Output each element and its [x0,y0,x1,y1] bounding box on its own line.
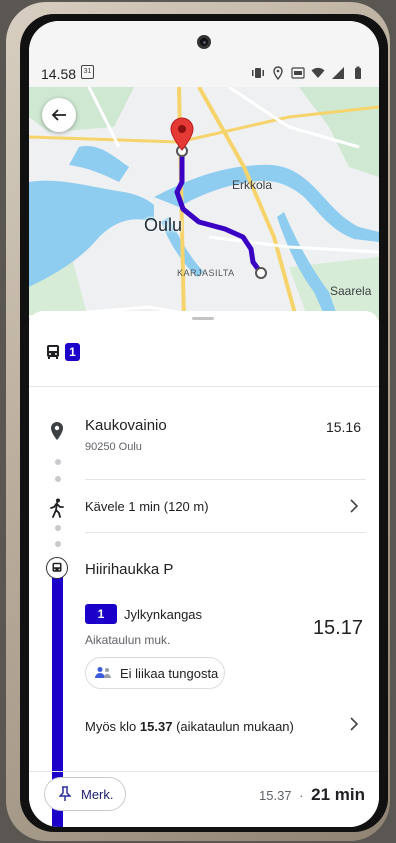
screen: 14.58 31 Oulu Erkkola KARJASILTA Saarela… [29,21,379,827]
map-label-oulu: Oulu [144,215,183,235]
location-icon [273,66,283,80]
route-dot [55,541,61,547]
divider [29,771,379,772]
divider [85,479,366,480]
phone-frame: 14.58 31 Oulu Erkkola KARJASILTA Saarela… [6,2,390,841]
route-details-sheet: 1 Kaukovainio 90250 Oulu 15.16 Kävele 1 … [29,311,379,827]
signal-icon [332,67,344,79]
wifi-icon [311,67,325,78]
departure-time: 15.17 [312,617,363,639]
route-dot [55,476,61,482]
also-suffix: (aikataulun mukaan) [172,719,294,734]
separator: · [299,788,304,803]
back-arrow-icon [51,109,66,121]
also-prefix: Myös klo [85,719,140,734]
crowding-label: Ei liikaa tungosta [120,665,219,681]
schedule-note: Aikataulun muk. [85,633,171,647]
map-label-saarela: Saarela [330,284,372,298]
also-departures[interactable]: Myös klo 15.37 (aikataulun mukaan) [85,719,294,734]
drag-handle[interactable] [192,317,214,320]
bus-stop-icon [46,557,68,579]
back-button[interactable] [42,98,76,132]
bus-icon [47,345,59,359]
bus-stop-name: Hiirihaukka P [85,561,174,578]
divider [85,532,366,533]
status-time: 14.58 [41,66,77,82]
divider [29,386,379,387]
front-camera [197,35,211,49]
route-line-badge: 1 [65,343,80,361]
line-badge: 1 [85,604,117,624]
status-icons [251,65,365,81]
map-label-karjasilta: KARJASILTA [177,268,235,278]
battery-icon [355,66,361,79]
walking-icon [50,498,64,518]
route-summary: 1 [45,343,80,361]
line-destination: Jylkynkangas [124,606,203,622]
chevron-right-icon[interactable] [349,717,359,731]
walk-label[interactable]: Kävele 1 min (120 m) [85,499,209,514]
route-dot [55,525,61,531]
origin-name: Kaukovainio [85,417,167,434]
calendar-icon: 31 [81,65,94,79]
route-map[interactable]: Oulu Erkkola KARJASILTA Saarela [29,87,379,321]
people-icon [95,667,111,678]
chevron-right-icon[interactable] [349,499,359,513]
bus-icon [52,562,62,572]
origin-address: 90250 Oulu [85,441,142,453]
route-dot [55,459,61,465]
status-bar: 14.58 31 [29,21,379,87]
pin-icon [59,786,71,801]
also-time: 15.37 [139,719,173,734]
pin-trip-button[interactable]: Merk. [44,777,126,811]
phone-bezel: 14.58 31 Oulu Erkkola KARJASILTA Saarela… [20,14,388,832]
location-pin-icon [51,422,63,440]
trip-summary: 15.37 · 21 min [259,785,365,805]
line-destination-row[interactable]: 1 Jylkynkangas [85,604,202,624]
origin-time: 15.16 [325,419,361,435]
volte-icon [291,67,305,79]
destination-pin-icon [170,117,194,151]
vibrate-icon [252,68,264,78]
crowding-chip[interactable]: Ei liikaa tungosta [85,657,225,689]
arrival-time: 15.37 [259,788,292,803]
pin-trip-label: Merk. [81,786,114,802]
trip-duration: 21 min [311,785,365,804]
map-label-erkkola: Erkkola [232,178,273,192]
map-background [29,87,379,321]
